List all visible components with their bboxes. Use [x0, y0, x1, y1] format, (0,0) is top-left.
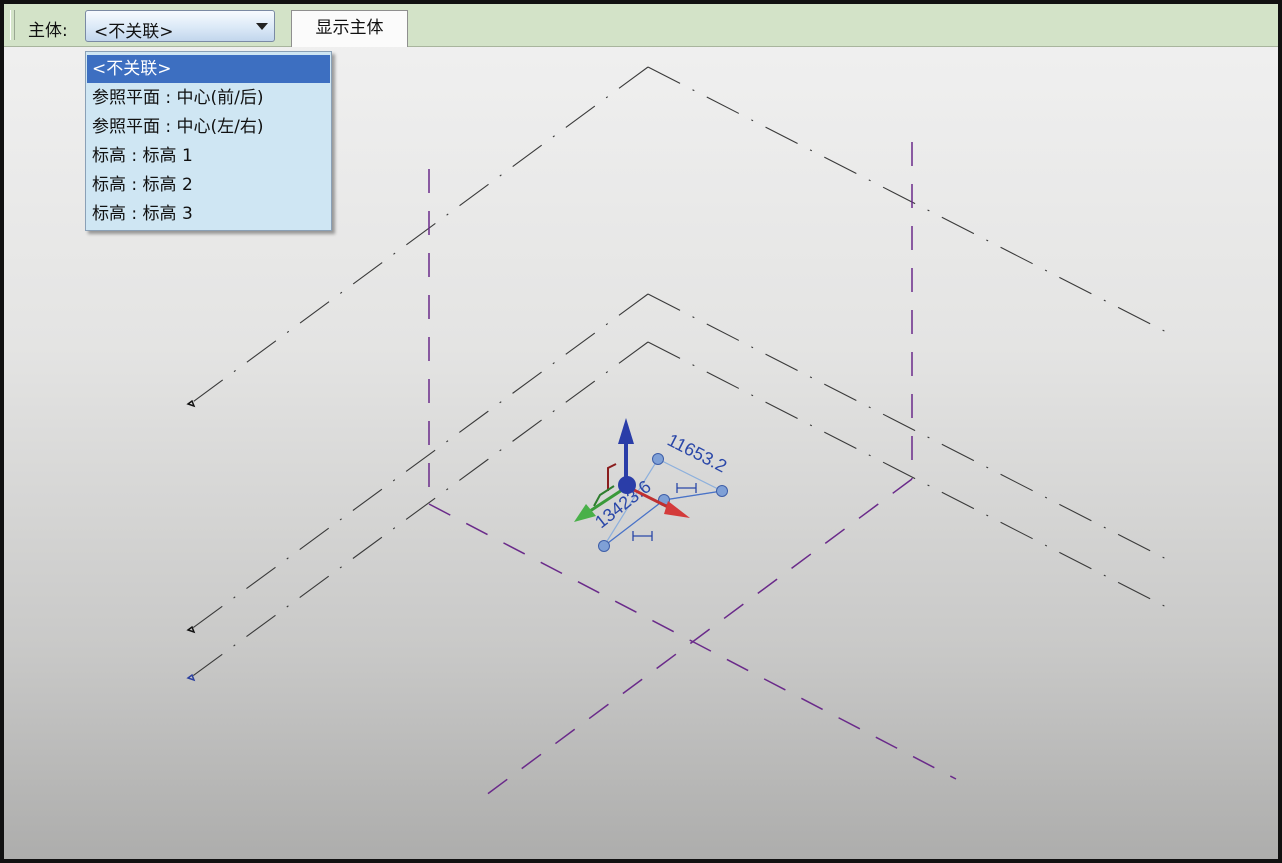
dropdown-option-level-2[interactable]: 标高 : 标高 2 — [87, 171, 330, 199]
sketch-element[interactable]: 11653.2 13423.6 — [591, 430, 730, 552]
reference-planes — [428, 142, 957, 805]
dropdown-option-ref-plane-left-right[interactable]: 参照平面 : 中心(左/右) — [87, 113, 330, 141]
level-outline-bottom — [189, 341, 1177, 679]
host-select-value: <不关联> — [94, 22, 174, 42]
dropdown-option-ref-plane-front-back[interactable]: 参照平面 : 中心(前/后) — [87, 84, 330, 112]
host-label: 主体: — [28, 21, 68, 41]
level-outline-middle — [189, 293, 1177, 631]
toolbar-grip[interactable] — [10, 10, 15, 40]
host-select[interactable]: <不关联> — [85, 10, 275, 42]
dimension-value-long[interactable]: 11653.2 — [664, 430, 730, 477]
dropdown-arrow-icon[interactable] — [256, 23, 268, 30]
host-dropdown-list: <不关联> 参照平面 : 中心(前/后) 参照平面 : 中心(左/右) 标高 :… — [85, 51, 332, 231]
dropdown-option-none[interactable]: <不关联> — [87, 55, 330, 83]
level-outlines — [189, 66, 1177, 679]
options-bar: 主体: <不关联> 显示主体 — [4, 4, 1278, 47]
application-frame: 11653.2 13423.6 主体: <不关联> 显示主体 <不关联> 参照平… — [0, 0, 1282, 863]
level-end-marker-icon[interactable] — [186, 399, 196, 682]
level-outline-top — [189, 66, 1177, 405]
dropdown-option-level-3[interactable]: 标高 : 标高 3 — [87, 200, 330, 228]
reference-plane-left-right[interactable] — [473, 478, 913, 805]
dropdown-option-level-1[interactable]: 标高 : 标高 1 — [87, 142, 330, 170]
show-host-button[interactable]: 显示主体 — [291, 10, 408, 47]
